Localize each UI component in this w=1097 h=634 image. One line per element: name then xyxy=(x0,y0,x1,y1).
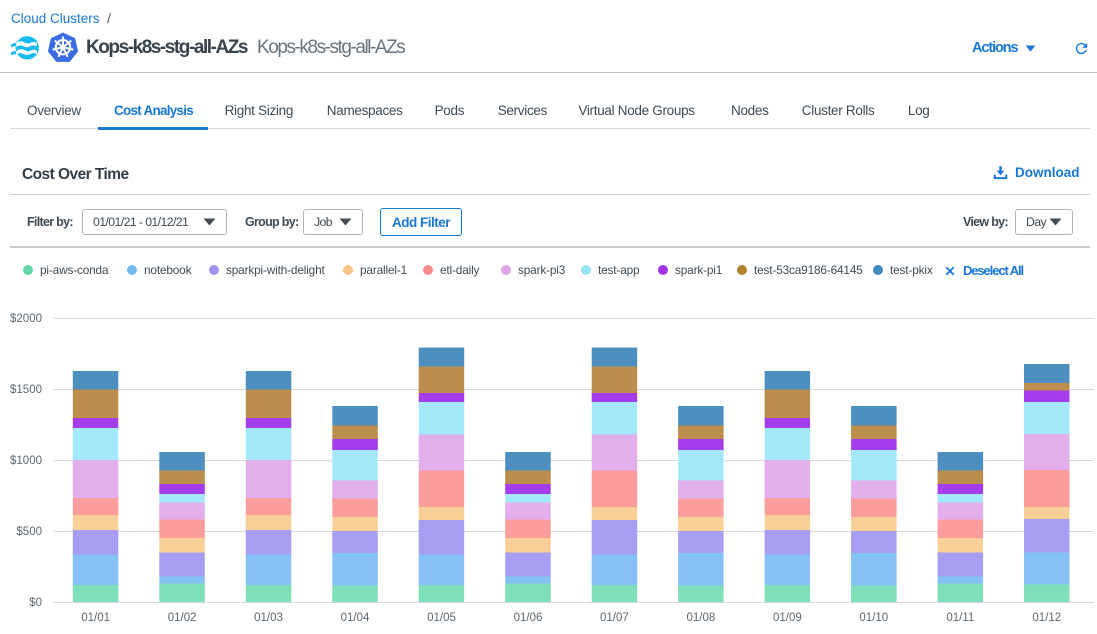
svg-text:$2000: $2000 xyxy=(10,313,42,325)
svg-text:$1000: $1000 xyxy=(10,455,42,467)
svg-text:01/09: 01/09 xyxy=(773,612,802,624)
svg-text:01/12: 01/12 xyxy=(1032,612,1061,624)
svg-text:01/10: 01/10 xyxy=(859,612,888,624)
svg-text:01/03: 01/03 xyxy=(254,612,283,624)
svg-text:01/06: 01/06 xyxy=(514,612,543,624)
svg-text:01/04: 01/04 xyxy=(341,612,370,624)
svg-text:$500: $500 xyxy=(16,526,42,538)
svg-text:01/05: 01/05 xyxy=(427,612,456,624)
svg-text:01/02: 01/02 xyxy=(168,612,197,624)
svg-text:01/08: 01/08 xyxy=(687,612,716,624)
svg-text:01/11: 01/11 xyxy=(946,612,974,624)
svg-text:$1500: $1500 xyxy=(10,384,42,396)
svg-text:01/01: 01/01 xyxy=(81,612,110,624)
svg-text:01/07: 01/07 xyxy=(600,612,629,624)
svg-text:$0: $0 xyxy=(29,597,42,609)
